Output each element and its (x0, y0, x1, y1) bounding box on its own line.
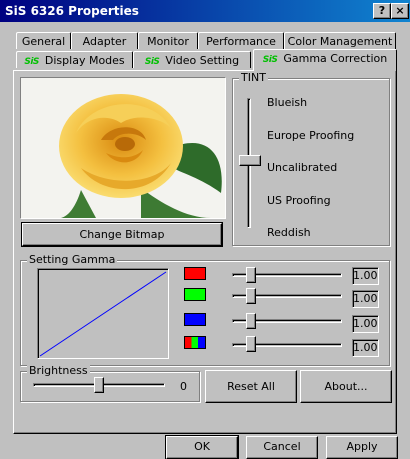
reset-all-label: Reset All (227, 380, 275, 393)
tab-label: Color Management (287, 35, 393, 48)
green-channel-swatch (184, 288, 206, 301)
tab-gamma-correction[interactable]: SiS Gamma Correction (253, 49, 397, 71)
tint-label-us-proofing: US Proofing (267, 194, 331, 207)
apply-button[interactable]: Apply (326, 436, 398, 459)
rgb-gamma-slider-thumb[interactable] (246, 336, 256, 352)
tab-general[interactable]: General (16, 32, 71, 49)
brightness-title: Brightness (27, 364, 90, 377)
change-bitmap-button[interactable]: Change Bitmap (21, 222, 223, 247)
tint-slider-thumb[interactable] (239, 155, 261, 166)
gamma-curve-graph (37, 268, 169, 359)
tab-label: Video Setting (165, 54, 240, 67)
close-button[interactable]: × (391, 3, 409, 19)
blue-gamma-slider-thumb[interactable] (246, 313, 256, 329)
rgb-channel-swatch (184, 336, 206, 349)
green-gamma-value[interactable]: 1.00 (352, 290, 379, 308)
brightness-slider-thumb[interactable] (94, 377, 104, 393)
blue-gamma-value[interactable]: 1.00 (352, 315, 379, 333)
tint-title: TINT (239, 71, 268, 84)
tab-performance[interactable]: Performance (198, 32, 284, 49)
window-title: SiS 6326 Properties (5, 4, 139, 18)
tint-label-reddish: Reddish (267, 226, 311, 239)
properties-window: SiS 6326 Properties ? × General Adapter … (0, 0, 410, 459)
cancel-label: Cancel (263, 440, 301, 453)
preview-bitmap (20, 77, 226, 219)
sis-logo-icon: SiS (144, 57, 160, 67)
about-label: About... (324, 380, 368, 393)
tab-label: Performance (206, 35, 276, 48)
rgb-gamma-value[interactable]: 1.00 (352, 339, 379, 357)
tint-label-europe-proofing: Europe Proofing (267, 129, 355, 142)
gamma-curve-icon (39, 271, 167, 357)
setting-gamma-title: Setting Gamma (27, 253, 118, 266)
red-gamma-slider-thumb[interactable] (246, 267, 256, 283)
apply-label: Apply (346, 440, 378, 453)
sis-logo-icon: SiS (262, 55, 278, 65)
sis-logo-icon: SiS (24, 57, 39, 67)
tint-label-blueish: Blueish (267, 96, 308, 109)
about-button[interactable]: About... (300, 370, 392, 403)
tab-label: Display Modes (44, 54, 125, 67)
ok-label: OK (194, 440, 210, 453)
blue-channel-swatch (184, 313, 206, 326)
reset-all-button[interactable]: Reset All (205, 370, 297, 403)
tab-label: Adapter (82, 35, 127, 48)
tab-label: Gamma Correction (283, 52, 388, 65)
tab-monitor[interactable]: Monitor (138, 32, 198, 49)
tab-adapter[interactable]: Adapter (71, 32, 138, 49)
red-gamma-value[interactable]: 1.00 (352, 267, 379, 285)
title-bar[interactable]: SiS 6326 Properties ? × (0, 0, 410, 22)
red-channel-swatch (184, 267, 206, 280)
ok-button[interactable]: OK (165, 435, 239, 459)
tab-label: Monitor (147, 35, 189, 48)
tab-color-management[interactable]: Color Management (284, 32, 396, 49)
help-button[interactable]: ? (373, 3, 391, 19)
tab-display-modes[interactable]: SiS Display Modes (16, 51, 133, 68)
tab-label: General (21, 35, 66, 48)
tint-label-uncalibrated: Uncalibrated (267, 161, 338, 174)
cancel-button[interactable]: Cancel (246, 436, 318, 459)
change-bitmap-label: Change Bitmap (79, 228, 165, 241)
brightness-value: 0 (180, 380, 187, 393)
yellow-rose-icon (21, 78, 225, 218)
green-gamma-slider-thumb[interactable] (246, 288, 256, 304)
tab-video-setting[interactable]: SiS Video Setting (133, 51, 251, 68)
